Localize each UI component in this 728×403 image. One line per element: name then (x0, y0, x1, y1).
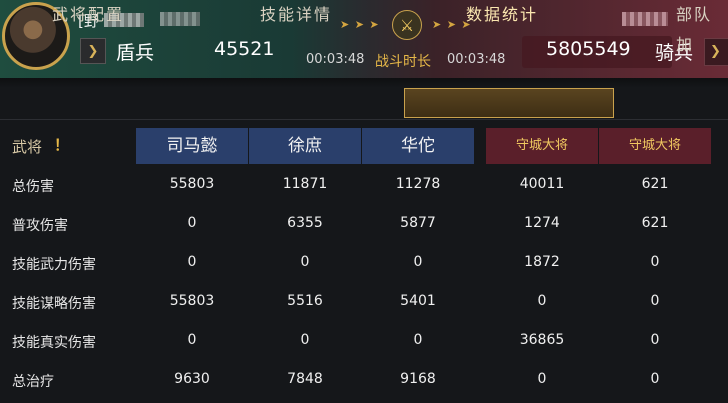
table-cell: 0 (537, 293, 547, 309)
left-power: 45521 (214, 38, 275, 60)
table-cell: 0 (300, 332, 310, 348)
table-cell: 55803 (169, 176, 215, 192)
blurred-name (622, 12, 668, 26)
table-cell: 1274 (524, 215, 560, 231)
row-label: 总伤害 (12, 179, 54, 195)
row-label: 总治疗 (12, 374, 54, 390)
column-header-enemy[interactable]: 守城大将 (599, 128, 711, 164)
shield-unit-icon: ❯ (80, 38, 106, 64)
table-cell: 5877 (400, 215, 436, 231)
table-cell: 1872 (524, 254, 560, 270)
battle-timer-right: 00:03:48 (447, 52, 506, 67)
battle-duration-label: 战斗时长 (375, 54, 431, 70)
table-cell: 621 (641, 215, 669, 231)
table-cell: 0 (650, 254, 660, 270)
tab-general-config[interactable]: 武将配置 (52, 0, 124, 30)
table-cell: 0 (650, 332, 660, 348)
table-cell: 0 (300, 254, 310, 270)
tab-active-highlight (404, 88, 614, 118)
row-label: 技能武力伤害 (12, 257, 96, 273)
arrows-left-icon: ➤ ➤ ➤ (340, 18, 380, 31)
table-cell: 0 (650, 371, 660, 387)
table-cell: 6355 (287, 215, 323, 231)
table-cell: 0 (413, 332, 423, 348)
tab-data-stats[interactable]: 数据统计 (466, 0, 538, 30)
general-column-label: 武将 (12, 138, 43, 156)
header-divider (0, 78, 728, 88)
table-cell: 621 (641, 176, 669, 192)
cavalry-unit-icon: ❯ (704, 38, 728, 66)
table-cell: 11871 (282, 176, 328, 192)
column-header-ally[interactable]: 徐庶 (249, 128, 361, 164)
table-cell: 0 (413, 254, 423, 270)
tab-divider (0, 119, 728, 120)
table-cell: 9168 (400, 371, 436, 387)
table-cell: 7848 (287, 371, 323, 387)
column-header-ally[interactable]: 华佗 (362, 128, 474, 164)
info-icon[interactable]: ！ (54, 134, 69, 155)
crossed-swords-icon: ⚔ (392, 10, 422, 40)
table-cell: 55803 (169, 293, 215, 309)
table-cell: 0 (537, 371, 547, 387)
row-label: 技能谋略伤害 (12, 296, 96, 312)
table-cell: 0 (650, 293, 660, 309)
battle-timer-left: 00:03:48 (306, 52, 365, 67)
table-cell: 0 (187, 215, 197, 231)
blurred-name (160, 12, 200, 26)
table-cell: 11278 (395, 176, 441, 192)
row-label: 技能真实伤害 (12, 335, 96, 351)
table-cell: 9630 (174, 371, 210, 387)
tab-skill-details[interactable]: 技能详情 (260, 0, 332, 30)
table-cell: 36865 (519, 332, 565, 348)
table-cell: 5401 (400, 293, 436, 309)
table-cell: 5516 (287, 293, 323, 309)
table-cell: 0 (187, 332, 197, 348)
tab-troop-bonus[interactable]: 部队加 (676, 0, 728, 54)
column-header-ally[interactable]: 司马懿 (136, 128, 248, 164)
table-cell: 0 (187, 254, 197, 270)
row-label: 普攻伤害 (12, 218, 68, 234)
left-unit-type: 盾兵 (116, 42, 155, 64)
table-cell: 40011 (519, 176, 565, 192)
right-power: 5805549 (546, 38, 631, 60)
column-header-enemy[interactable]: 守城大将 (486, 128, 598, 164)
